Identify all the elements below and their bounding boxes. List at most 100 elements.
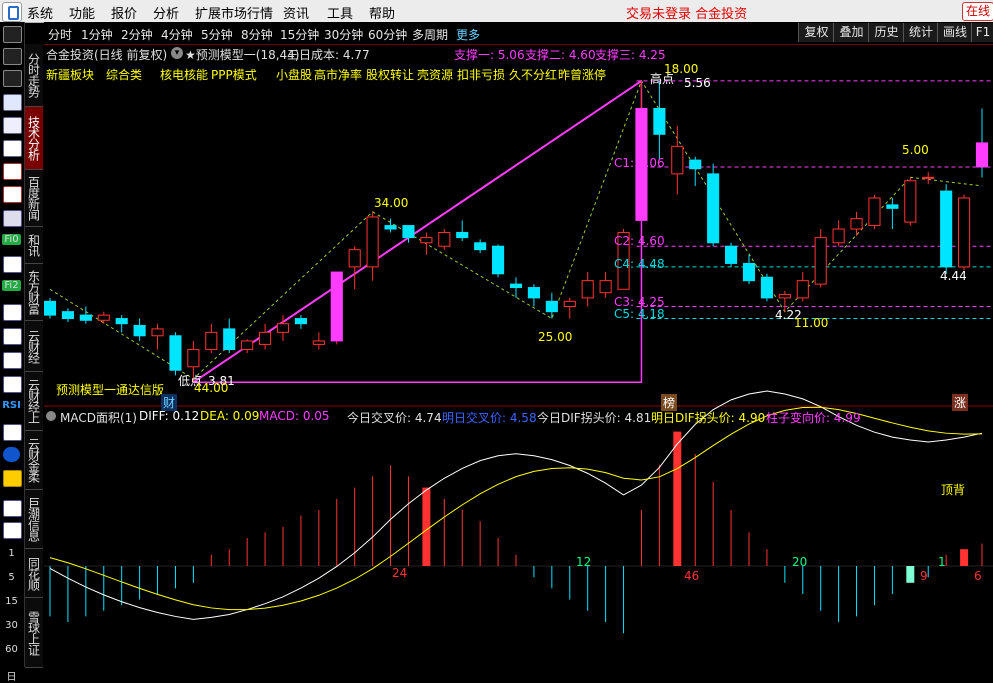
period-2min[interactable]: 2分钟 — [121, 26, 153, 43]
macd-dropdown-icon[interactable] — [46, 411, 56, 421]
tag-small-cap[interactable]: 小盘股 — [276, 66, 312, 83]
candle-body — [456, 231, 469, 239]
macd-num-20: 20 — [792, 555, 808, 569]
support-two: 支撑二: 4.60 — [525, 48, 596, 62]
pencil-icon[interactable] — [3, 470, 22, 487]
pen-icon[interactable] — [3, 424, 22, 441]
macd-title[interactable]: MACD面积(1) — [60, 409, 137, 426]
menu-analysis[interactable]: 分析 — [153, 3, 179, 22]
tab-yuncaijing[interactable]: 云财经 — [25, 321, 43, 372]
period-8min[interactable]: 8分钟 — [241, 26, 273, 43]
tag-high-pb[interactable]: 高市净率 — [314, 66, 362, 83]
tag-equity-transfer[interactable]: 股权转让 — [366, 66, 414, 83]
chart-canvas[interactable] — [44, 44, 993, 667]
tab-eastmoney[interactable]: 东方财富 — [25, 264, 43, 321]
window-icon[interactable] — [3, 94, 22, 111]
trade-login-status[interactable]: 交易未登录 合金投资 — [626, 3, 747, 22]
settings-icon[interactable] — [3, 304, 22, 321]
macd-bar-up — [960, 549, 969, 566]
period-5[interactable]: 5 — [2, 572, 21, 583]
period-more[interactable]: 更多 — [456, 26, 480, 43]
draw-line-button[interactable]: 画线 — [937, 23, 972, 42]
arrow-up-icon[interactable] — [3, 26, 22, 43]
candle-body — [689, 159, 702, 170]
macd-num-9: 9 — [920, 569, 928, 583]
doc-icon[interactable] — [3, 210, 22, 227]
chart-area[interactable]: 合金投资(日线 前复权) ▾ ★预测模型一(18,44) 三日成本: 4.77 … — [44, 44, 993, 667]
period-60[interactable]: 60 — [2, 644, 21, 655]
period-1[interactable]: 1 — [2, 548, 21, 559]
macd-num-24: 24 — [392, 566, 408, 580]
menu-help[interactable]: 帮助 — [369, 3, 395, 22]
bar-chart-icon[interactable] — [3, 186, 22, 203]
chart-type-icon[interactable] — [3, 256, 22, 273]
tab-timeshare[interactable]: 分时走势 — [25, 44, 43, 107]
limit-up-badge[interactable]: 涨 — [952, 394, 969, 411]
export-icon[interactable] — [3, 522, 22, 539]
c2-label: C2: 4.60 — [614, 234, 665, 248]
history-button[interactable]: 历史 — [868, 23, 904, 42]
period-multi[interactable]: 多周期 — [412, 26, 448, 43]
arrow-left-icon[interactable] — [3, 48, 22, 65]
tag-limit-up[interactable]: 昨曾涨停 — [558, 66, 606, 83]
tab-yuncai-jinrou[interactable]: 云财金柔 — [25, 431, 43, 490]
macd-num-6: 6 — [974, 569, 982, 583]
fi2-button[interactable]: Fi2 — [2, 280, 21, 291]
clock-icon[interactable] — [3, 328, 22, 345]
period-60min[interactable]: 60分钟 — [368, 26, 407, 43]
tab-technical[interactable]: 技术分析 — [25, 107, 43, 170]
menu-system[interactable]: 系统 — [27, 3, 53, 22]
candle-chart-icon[interactable] — [3, 163, 22, 180]
tab-baidu-news[interactable]: 百度新闻 — [25, 170, 43, 227]
f1-button[interactable]: F1 — [971, 23, 993, 42]
candle-body — [241, 340, 254, 351]
arrow-down-icon[interactable] — [3, 70, 22, 87]
tab-yuncaijing-up[interactable]: 云财经上 — [25, 372, 43, 431]
tag-xinjiang[interactable]: 新疆板块 — [46, 66, 94, 83]
indicator-icon[interactable] — [3, 376, 22, 393]
tab-tonghuashun[interactable]: 同花顺 — [25, 549, 43, 598]
indicator-dropdown-icon[interactable]: ▾ — [171, 47, 183, 59]
period-5min[interactable]: 5分钟 — [201, 26, 233, 43]
period-15min[interactable]: 15分钟 — [280, 26, 319, 43]
menu-function[interactable]: 功能 — [69, 3, 95, 22]
period-day[interactable]: 日 — [2, 668, 21, 683]
move-icon[interactable] — [3, 447, 20, 462]
tag-shell[interactable]: 壳资源 — [417, 66, 453, 83]
f5-icon[interactable] — [3, 500, 22, 517]
line-chart-icon[interactable] — [3, 140, 22, 157]
macd-num-12: 12 — [576, 555, 592, 569]
tag-ppp[interactable]: PPP模式 — [211, 66, 257, 83]
rsi-button[interactable]: RSI — [2, 400, 21, 411]
menu-extended-market[interactable]: 扩展市场行情 — [195, 3, 273, 22]
tab-hexun[interactable]: 和讯 — [25, 227, 43, 264]
tag-loss[interactable]: 扣非亏损 — [457, 66, 505, 83]
indicator-name[interactable]: ★预测模型一(18,44) — [185, 46, 299, 63]
period-15[interactable]: 15 — [2, 596, 21, 607]
candle-body — [438, 231, 451, 247]
tag-comprehensive[interactable]: 综合类 — [106, 66, 142, 83]
restore-rights-button[interactable]: 复权 — [798, 23, 834, 42]
top-number: 18.00 — [664, 62, 699, 76]
tab-cninfo[interactable]: 巨潮信息 — [25, 490, 43, 549]
overlay-button[interactable]: 叠加 — [833, 23, 869, 42]
statistics-button[interactable]: 统计 — [903, 23, 938, 42]
tag-nuclear[interactable]: 核电核能 — [160, 66, 208, 83]
period-4min[interactable]: 4分钟 — [161, 26, 193, 43]
menu-tools[interactable]: 工具 — [327, 3, 353, 22]
menu-quote[interactable]: 报价 — [111, 3, 137, 22]
candle-body — [223, 328, 236, 351]
period-30min[interactable]: 30分钟 — [324, 26, 363, 43]
online-button[interactable]: 在线 — [962, 2, 993, 21]
tag-no-dividend[interactable]: 久不分红 — [509, 66, 557, 83]
menu-news[interactable]: 资讯 — [283, 3, 309, 22]
ring-icon[interactable] — [3, 352, 22, 369]
period-30[interactable]: 30 — [2, 620, 21, 631]
candle-body — [850, 218, 863, 230]
period-1min[interactable]: 1分钟 — [81, 26, 113, 43]
fi0-button[interactable]: Fi0 — [2, 234, 21, 245]
period-timeshare[interactable]: 分时 — [48, 26, 72, 43]
candle-body — [940, 190, 953, 268]
grid-icon[interactable] — [3, 117, 22, 134]
tab-xueqiu[interactable]: 雪球上证 — [25, 598, 43, 668]
